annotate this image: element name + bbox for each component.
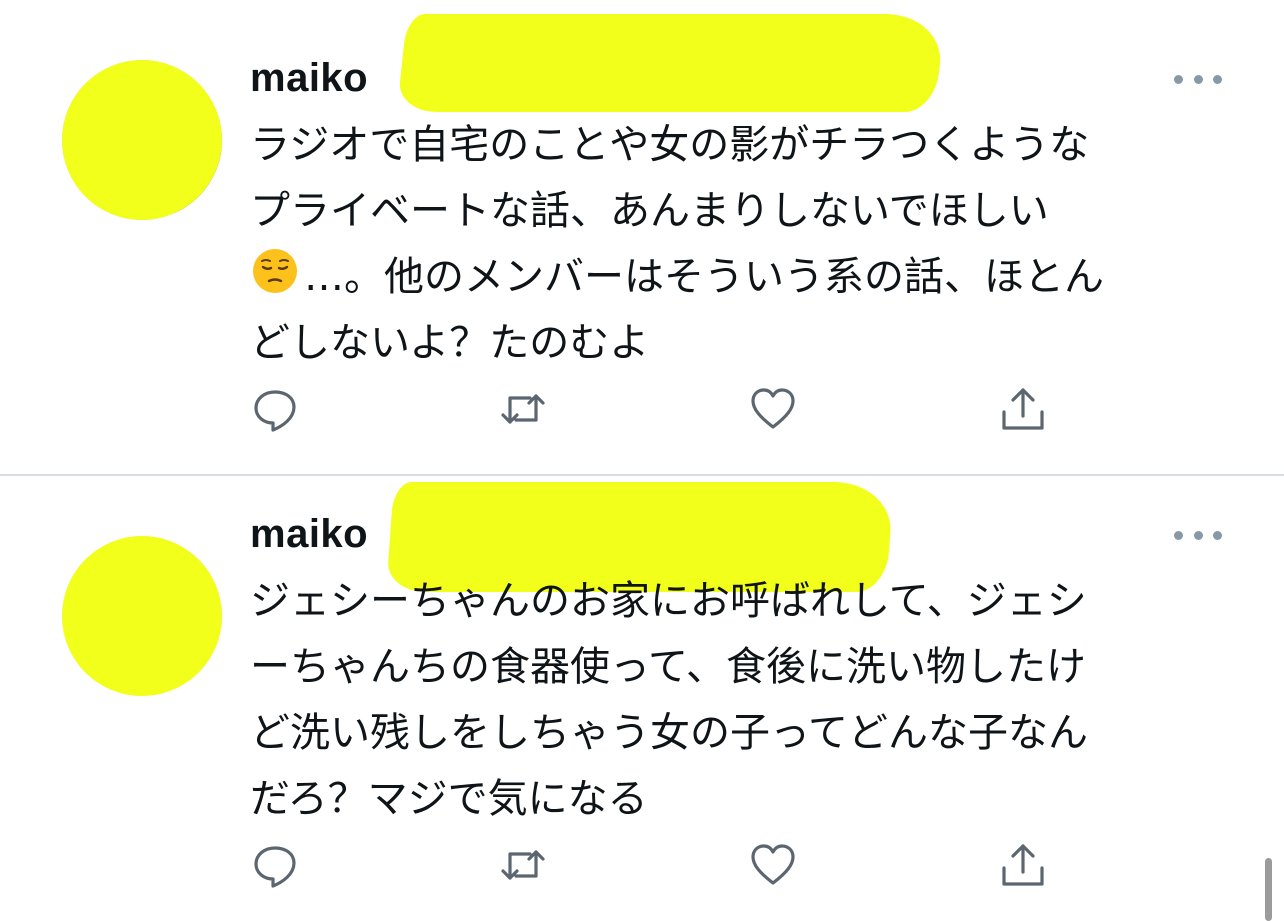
scrollbar[interactable]	[1265, 858, 1272, 921]
author-name[interactable]: maiko	[250, 512, 368, 557]
more-options-icon[interactable]	[1174, 72, 1222, 86]
retweet-icon[interactable]	[498, 384, 548, 434]
redaction-mark	[62, 536, 222, 696]
tweet-text: ジェシーちゃんのお家にお呼ばれして、ジェシ ーちゃんちの食器使って、食後に洗い物…	[250, 568, 1240, 832]
tweet[interactable]: maiko ジェシーちゃんのお家にお呼ばれして、ジェシ ーちゃんちの食器使って、…	[0, 476, 1284, 921]
tweet-text-line: ジェシーちゃんのお家にお呼ばれして、ジェシ	[250, 578, 1087, 624]
like-icon[interactable]	[748, 384, 798, 434]
pensive-face-icon	[253, 249, 297, 293]
reply-icon[interactable]	[250, 384, 300, 434]
avatar[interactable]	[62, 60, 222, 220]
avatar[interactable]	[62, 536, 222, 696]
more-options-icon[interactable]	[1174, 528, 1222, 542]
tweet-text-line: ーちゃんちの食器使って、食後に洗い物したけ	[250, 644, 1086, 690]
tweet-text-line: だろ？マジで気になる	[250, 776, 648, 822]
handle-redaction-mark	[396, 14, 946, 112]
tweet-actions	[250, 384, 1050, 440]
tweet-text-line: どしないよ？たのむよ	[250, 320, 650, 366]
tweet-text-line: ラジオで自宅のことや女の影がチラつくような	[250, 122, 1090, 168]
tweet-actions	[250, 840, 1050, 896]
tweet-text-line: プライベートな話、あんまりしないでほしい	[250, 188, 1049, 234]
retweet-icon[interactable]	[498, 840, 548, 890]
redaction-mark	[62, 60, 222, 220]
tweet[interactable]: maiko ラジオで自宅のことや女の影がチラつくような プライベートな話、あんま…	[0, 0, 1284, 474]
share-icon[interactable]	[998, 384, 1048, 434]
tweet-text-line: …。他のメンバーはそういう系の話、ほとん	[304, 254, 1104, 300]
author-name[interactable]: maiko	[250, 56, 368, 101]
like-icon[interactable]	[748, 840, 798, 890]
reply-icon[interactable]	[250, 840, 300, 890]
tweet-text-line: ど洗い残しをしちゃう女の子ってどんな子なん	[250, 710, 1088, 756]
share-icon[interactable]	[998, 840, 1048, 890]
tweet-text: ラジオで自宅のことや女の影がチラつくような プライベートな話、あんまりしないでほ…	[250, 112, 1240, 376]
